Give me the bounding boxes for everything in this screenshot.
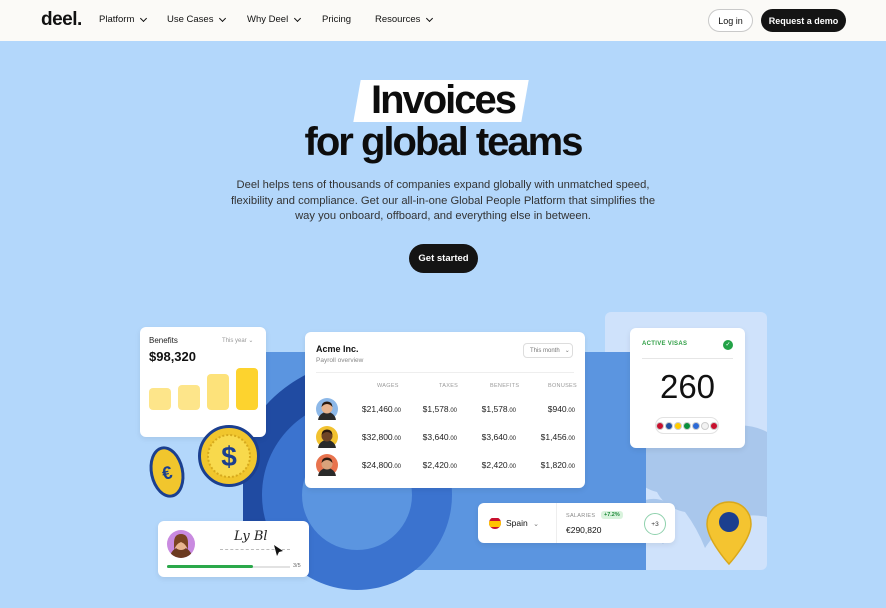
cell-wages: $24,800.00 [361,460,401,470]
flag-icon [656,421,664,430]
cell-benefits: $1,578.00 [481,404,516,414]
nav-why-deel[interactable]: Why Deel [247,14,302,25]
cell-benefits: $2,420.00 [481,460,516,470]
payroll-card: Acme Inc. Payroll overview This month ⌄ … [305,332,585,488]
top-nav: deel. Platform Use Cases Why Deel Pricin… [0,0,886,41]
benefits-period-label: This year [222,338,247,344]
benefits-bar [149,388,171,410]
salaries-label: SALARIES [566,513,596,519]
nav-resources[interactable]: Resources [375,14,434,25]
table-row[interactable]: $21,460.00 $1,578.00 $1,578.00 $940.00 [305,396,585,430]
signature-progress [167,565,254,568]
flag-icon [701,421,709,430]
avatar [316,426,338,458]
cell-taxes: $3,640.00 [422,432,457,442]
salaries-change-badge: +7.2% [601,511,623,519]
cell-bonuses: $1,820.00 [540,460,575,470]
svg-text:€: € [160,462,174,484]
country-name: Spain [506,518,528,528]
signature-card: Ly Bl 3/5 [158,521,309,577]
cell-bonuses: $1,456.00 [540,432,575,442]
get-started-button[interactable]: Get started [409,244,478,273]
dollar-coin-icon: $ [198,425,260,487]
benefits-bar [207,374,229,410]
hero-title: for global teams [304,120,584,164]
country-select[interactable]: Spain ⌄ [506,518,539,528]
benefits-bar [178,384,200,410]
chevron-down-icon [426,14,434,22]
spain-flag-icon [489,517,501,529]
cell-bonuses: $940.00 [547,404,575,414]
cursor-icon [274,544,284,562]
col-header-bonuses: BONUSES [548,383,577,389]
nav-platform-label: Platform [99,14,135,25]
nav-use-cases[interactable]: Use Cases [167,14,227,25]
nav-platform[interactable]: Platform [99,14,148,25]
flag-icon [674,421,682,430]
request-demo-button[interactable]: Request a demo [761,9,846,32]
deel-logo[interactable]: deel. [41,9,82,31]
benefits-bar [236,368,258,410]
table-row[interactable]: $32,800.00 $3,640.00 $3,640.00 $1,456.00 [305,424,585,458]
cell-wages: $32,800.00 [361,432,401,442]
signature-count: 3/5 [293,563,301,569]
avatar [316,398,338,430]
chevron-down-icon [294,14,302,22]
login-button[interactable]: Log in [708,9,753,32]
payroll-subtitle: Payroll overview [316,357,364,364]
salaries-card: Spain ⌄ SALARIES +7.2% €290,820 +3 [478,503,675,543]
benefits-value: $98,320 [149,349,196,364]
flag-icon [683,421,691,430]
avatar [167,530,195,558]
payroll-period-dropdown[interactable]: This month ⌄ [523,343,573,358]
avatar [316,454,338,486]
table-row[interactable]: $24,800.00 $2,420.00 $2,420.00 $1,820.00 [305,452,585,486]
svg-text:$: $ [221,441,237,472]
col-header-wages: WAGES [377,383,399,389]
divider [316,372,574,373]
location-pin-icon [705,500,753,566]
salaries-value: €290,820 [566,525,602,535]
benefits-period-dropdown[interactable]: This year ⌄ [222,337,253,344]
flag-icon [710,421,718,430]
benefits-card: Benefits This year ⌄ $98,320 [140,327,266,437]
active-visas-card: ACTIVE VISAS ✓ 260 [630,328,745,448]
chevron-down-icon [219,14,227,22]
cell-taxes: $1,578.00 [422,404,457,414]
hero-subtitle: Deel helps tens of thousands of companie… [230,179,656,222]
payroll-company: Acme Inc. [316,344,359,354]
nav-pricing[interactable]: Pricing [322,14,351,25]
divider [556,503,557,543]
col-header-benefits: BENEFITS [490,383,520,389]
chevron-down-icon: ⌄ [248,338,254,344]
divider [642,358,733,359]
visas-label: ACTIVE VISAS [642,341,688,347]
cell-benefits: $3,640.00 [481,432,516,442]
benefits-title: Benefits [149,336,178,345]
chevron-down-icon: ⌄ [564,348,570,354]
chevron-down-icon: ⌄ [533,521,539,528]
col-header-taxes: TAXES [439,383,459,389]
payroll-period-label: This month [530,347,560,354]
nav-pricing-label: Pricing [322,14,352,25]
chevron-down-icon [140,14,148,22]
cell-taxes: $2,420.00 [422,460,457,470]
signature-text: Ly Bl [234,529,268,544]
more-countries-button[interactable]: +3 [644,513,666,535]
cell-wages: $21,460.00 [361,404,401,414]
flag-icon [692,421,700,430]
visas-count: 260 [659,368,716,405]
nav-resources-label: Resources [375,14,421,25]
flag-icon [665,421,673,430]
hero-title-highlight: Invoices [370,78,517,122]
euro-coin-icon: € [144,443,190,501]
nav-use-cases-label: Use Cases [167,14,214,25]
check-icon: ✓ [723,340,733,350]
nav-why-deel-label: Why Deel [247,14,289,25]
country-flags [655,417,719,434]
